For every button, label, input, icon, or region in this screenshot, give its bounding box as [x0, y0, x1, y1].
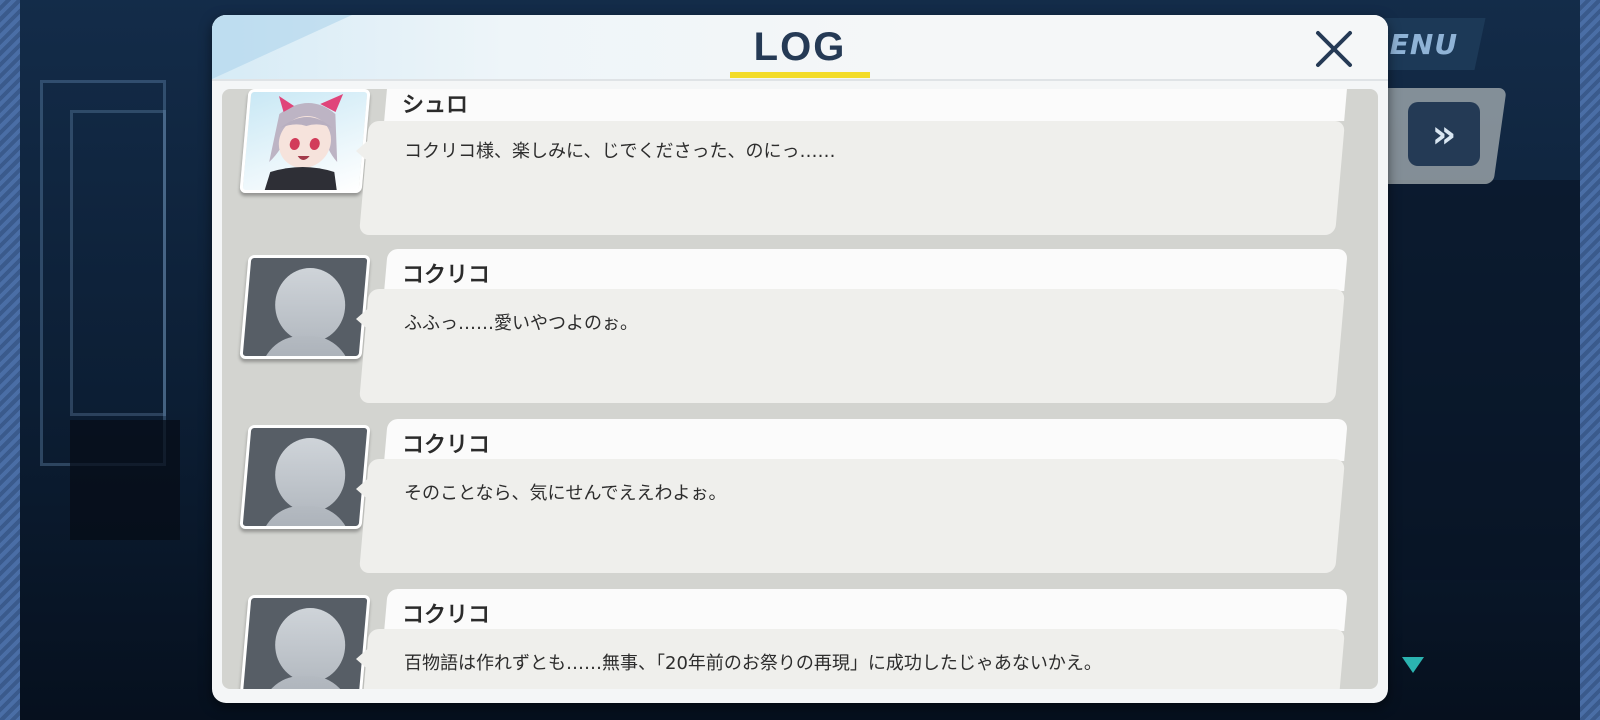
close-button[interactable] — [1310, 25, 1358, 73]
fast-forward-button[interactable]: » — [1408, 102, 1480, 166]
dialogue-text: ふふっ……愛いやつよのぉ。 — [404, 313, 638, 334]
speaker-name: コクリコ — [402, 263, 491, 288]
dialog-title: LOG — [753, 25, 847, 69]
log-entry: シュロ コクリコ様、楽しみに、じでくださった、のにっ…… — [222, 89, 1378, 239]
dialogue-text: 百物語は作れずとも……無事、「20年前のお祭りの再現」に成功したじゃあないかえ。 — [404, 653, 1102, 674]
dialog-header: LOG — [212, 15, 1388, 81]
silhouette-head-icon — [275, 438, 346, 512]
avatar — [239, 595, 371, 689]
log-entry: コクリコ そのことなら、気にせんでええわよぉ。 — [222, 419, 1378, 579]
dialogue-text: そのことなら、気にせんでええわよぉ。 — [404, 483, 727, 504]
dialogue-box — [359, 459, 1345, 573]
avatar — [239, 255, 371, 359]
silhouette-head-icon — [275, 268, 346, 342]
advance-arrow-icon — [1402, 657, 1424, 673]
background-window — [70, 110, 166, 416]
dialogue-text: コクリコ様、楽しみに、じでくださった、のにっ…… — [404, 141, 836, 162]
left-border-stripes — [0, 0, 20, 720]
background-chair — [70, 420, 180, 540]
name-plate — [384, 89, 1348, 121]
speaker-name: シュロ — [402, 93, 469, 118]
speaker-name: コクリコ — [402, 433, 491, 458]
speaker-name: コクリコ — [402, 603, 491, 628]
avatar — [239, 425, 371, 529]
name-plate — [384, 589, 1348, 631]
avatar — [239, 89, 371, 193]
dialogue-pointer — [356, 645, 372, 673]
dialogue-pointer — [356, 305, 372, 333]
silhouette-head-icon — [275, 608, 346, 682]
right-border-stripes — [1580, 0, 1600, 720]
log-dialog: LOG シュロ コクリコ様、楽しみに、じでくださった、のにっ…… コクリコ ふふ… — [212, 15, 1388, 703]
silhouette-body-icon — [260, 506, 351, 529]
name-plate — [384, 419, 1348, 461]
character-portrait — [264, 94, 344, 190]
dialogue-pointer — [356, 137, 372, 165]
close-icon — [1316, 31, 1352, 67]
dialogue-box — [359, 289, 1345, 403]
background-furniture — [1380, 180, 1580, 580]
title-underline — [730, 72, 870, 78]
silhouette-body-icon — [260, 336, 351, 359]
log-scroll-area[interactable]: シュロ コクリコ様、楽しみに、じでくださった、のにっ…… コクリコ ふふっ……愛… — [222, 89, 1378, 689]
log-entry: コクリコ ふふっ……愛いやつよのぉ。 — [222, 249, 1378, 409]
name-plate — [384, 249, 1348, 291]
dialogue-pointer — [356, 475, 372, 503]
log-entry: コクリコ 百物語は作れずとも……無事、「20年前のお祭りの再現」に成功したじゃあ… — [222, 589, 1378, 689]
silhouette-body-icon — [260, 676, 351, 689]
fast-forward-icon: » — [1431, 112, 1457, 156]
